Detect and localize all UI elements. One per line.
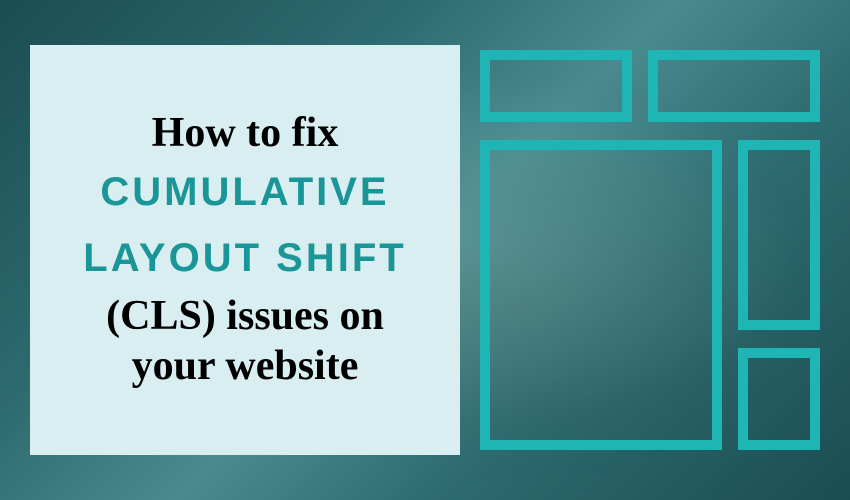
wireframe-box-sidebar-bottom [738,348,820,450]
title-highlight-line2: LAYOUT SHIFT [83,233,406,283]
title-card: How to fix CUMULATIVE LAYOUT SHIFT (CLS)… [30,45,460,455]
wireframe-box-main [480,140,722,450]
wireframe-box-header-left [480,50,632,122]
title-intro: How to fix [152,108,339,158]
title-outro-line2: your website [132,341,359,391]
wireframe-box-header-right [648,50,820,122]
title-outro-line1: (CLS) issues on [106,291,384,341]
layout-wireframe-icon [480,50,820,450]
wireframe-box-sidebar-top [738,140,820,330]
title-highlight-line1: CUMULATIVE [100,167,389,217]
